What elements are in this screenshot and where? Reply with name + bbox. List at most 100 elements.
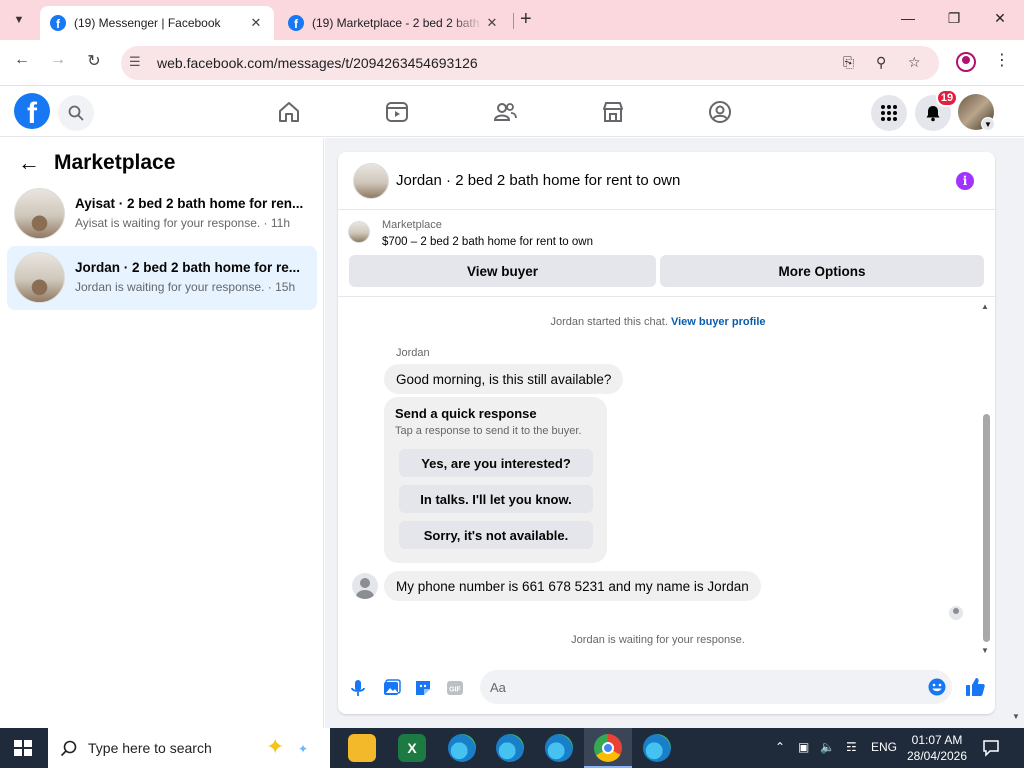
browser-menu-icon[interactable]: ⋮ xyxy=(994,50,1010,70)
chat-scrollbar[interactable]: ▲ ▼ xyxy=(979,300,993,656)
view-buyer-profile-link[interactable]: View buyer profile xyxy=(671,316,766,328)
quick-response-in-talks-button[interactable]: In talks. I'll let you know. xyxy=(399,485,593,513)
scroll-up-icon[interactable]: ▲ xyxy=(981,302,989,311)
url-text[interactable]: web.facebook.com/messages/t/209426345469… xyxy=(157,55,478,71)
edge-profile-4-icon[interactable] xyxy=(643,734,671,762)
tab-messenger[interactable]: f (19) Messenger | Facebook ✕ xyxy=(40,6,274,40)
seen-indicator-avatar xyxy=(949,606,963,620)
more-options-button[interactable]: More Options xyxy=(660,255,984,287)
conversation-subtitle: Jordan is waiting for your response. · 1… xyxy=(75,280,296,294)
bookmark-star-icon[interactable]: ☆ xyxy=(908,54,921,71)
back-arrow-icon[interactable]: ← xyxy=(18,150,40,176)
chat-window: Jordan · 2 bed 2 bath home for rent to o… xyxy=(338,152,995,714)
file-explorer-icon[interactable] xyxy=(348,734,376,762)
listing-title[interactable]: $700 – 2 bed 2 bath home for rent to own xyxy=(382,236,593,248)
chrome-taskbar-active-slot[interactable] xyxy=(584,728,632,768)
zoom-icon[interactable]: ⚲ xyxy=(876,54,886,71)
info-icon[interactable]: i xyxy=(956,172,974,190)
tab-separator xyxy=(513,13,514,29)
sender-avatar[interactable] xyxy=(352,573,378,599)
marketplace-icon[interactable] xyxy=(600,99,626,125)
facebook-top-bar: f 19 ▼ xyxy=(0,87,1024,137)
chat-started-notice: Jordan started this chat. View buyer pro… xyxy=(338,316,978,328)
tab-title: (19) Messenger | Facebook xyxy=(74,16,221,30)
photo-icon[interactable] xyxy=(381,678,401,698)
emoji-icon[interactable] xyxy=(928,678,946,696)
message-bubble: My phone number is 661 678 5231 and my n… xyxy=(384,571,761,601)
message-input-placeholder: Aa xyxy=(490,680,506,695)
search-icon[interactable] xyxy=(58,95,94,131)
menu-grid-icon[interactable] xyxy=(871,95,907,131)
site-info-icon[interactable]: ☰ xyxy=(129,54,141,70)
search-highlight-sparkle-icon[interactable]: ✦ xyxy=(266,734,284,760)
taskbar-clock[interactable]: 01:07 AM 28/04/2026 xyxy=(902,732,972,764)
sticker-icon[interactable] xyxy=(413,678,433,698)
message-list: Jordan started this chat. View buyer pro… xyxy=(338,298,995,658)
quick-response-yes-button[interactable]: Yes, are you interested? xyxy=(399,449,593,477)
scroll-down-icon[interactable]: ▼ xyxy=(981,646,989,655)
tab-search-chevron-icon[interactable]: ▼ xyxy=(6,8,32,32)
listing-thumbnail xyxy=(14,188,65,239)
show-hidden-icons-chevron-icon[interactable]: ⌃ xyxy=(775,740,785,754)
notifications-center-icon[interactable] xyxy=(982,739,1000,757)
clock-date: 28/04/2026 xyxy=(906,749,968,763)
facebook-favicon-icon: f xyxy=(288,15,304,31)
listing-thumbnail[interactable] xyxy=(353,163,389,199)
conversation-title: Jordan · 2 bed 2 bath home for re... xyxy=(75,260,301,275)
edge-profile-1-icon[interactable] xyxy=(448,734,476,762)
quick-response-not-available-button[interactable]: Sorry, it's not available. xyxy=(399,521,593,549)
conversation-item-ayisat[interactable]: Ayisat · 2 bed 2 bath home for ren... Ay… xyxy=(7,182,317,246)
minimize-icon[interactable]: — xyxy=(898,10,918,26)
chrome-icon-center xyxy=(602,742,614,754)
friends-icon[interactable] xyxy=(492,99,518,125)
excel-icon[interactable]: X xyxy=(398,734,426,762)
volume-icon[interactable]: 🔈 xyxy=(820,740,835,754)
meet-now-icon[interactable]: ▣ xyxy=(798,740,809,754)
edge-profile-2-icon[interactable] xyxy=(496,734,524,762)
tab-marketplace[interactable]: f (19) Marketplace - 2 bed 2 bath ✕ xyxy=(278,6,510,40)
marketplace-listing-strip: Marketplace $700 – 2 bed 2 bath home for… xyxy=(338,211,995,297)
facebook-logo-icon[interactable]: f xyxy=(14,93,50,129)
conversation-item-jordan[interactable]: Jordan · 2 bed 2 bath home for re... Jor… xyxy=(7,246,317,310)
conversation-title: Ayisat · 2 bed 2 bath home for ren... xyxy=(75,196,304,211)
chat-title[interactable]: Jordan · 2 bed 2 bath home for rent to o… xyxy=(396,172,680,189)
marketplace-conversations-panel: ← Marketplace Ayisat · 2 bed 2 bath home… xyxy=(0,138,324,728)
close-tab-icon[interactable]: ✕ xyxy=(484,15,500,31)
view-buyer-button[interactable]: View buyer xyxy=(349,255,656,287)
browser-profile-icon[interactable] xyxy=(956,52,976,72)
page-scroll-down-icon[interactable]: ▼ xyxy=(1012,712,1020,721)
address-bar[interactable]: ☰ web.facebook.com/messages/t/2094263454… xyxy=(121,46,939,80)
close-tab-icon[interactable]: ✕ xyxy=(248,15,264,31)
listing-thumbnail[interactable] xyxy=(348,221,370,243)
waiting-notice: Jordan is waiting for your response. xyxy=(571,634,745,646)
new-tab-icon[interactable]: + xyxy=(520,8,532,30)
close-window-icon[interactable]: ✕ xyxy=(990,10,1010,27)
thumbs-up-icon[interactable] xyxy=(964,676,986,698)
message-input[interactable]: Aa xyxy=(480,670,952,704)
quick-response-subtitle: Tap a response to send it to the buyer. xyxy=(395,425,582,437)
chrome-icon xyxy=(594,734,622,762)
microphone-icon[interactable] xyxy=(348,678,368,698)
edge-profile-3-icon[interactable] xyxy=(545,734,573,762)
install-app-icon[interactable]: ⎘ xyxy=(843,54,854,71)
gaming-icon[interactable] xyxy=(707,99,733,125)
video-icon[interactable] xyxy=(384,99,410,125)
conversation-subtitle: Ayisat is waiting for your response. · 1… xyxy=(75,216,290,230)
back-icon[interactable]: ← xyxy=(11,51,33,69)
message-composer: GIF Aa xyxy=(338,666,995,714)
notification-count-badge: 19 xyxy=(936,89,958,107)
scrollbar-thumb[interactable] xyxy=(983,414,990,642)
taskbar-search-placeholder: Type here to search xyxy=(88,740,212,756)
home-icon[interactable] xyxy=(276,99,302,125)
forward-icon[interactable]: → xyxy=(47,51,69,69)
windows-start-icon[interactable] xyxy=(14,740,32,756)
panel-title: Marketplace xyxy=(54,151,176,174)
reload-icon[interactable]: ↻ xyxy=(83,51,105,71)
marketplace-label: Marketplace xyxy=(382,219,442,231)
taskbar-search-box[interactable]: Type here to search ✦ ✦ xyxy=(48,728,330,768)
network-icon[interactable]: ☶ xyxy=(846,740,857,754)
gif-icon[interactable]: GIF xyxy=(445,678,465,698)
account-chevron-icon[interactable]: ▼ xyxy=(981,117,995,131)
restore-icon[interactable]: ❐ xyxy=(944,10,964,27)
language-indicator[interactable]: ENG xyxy=(871,740,897,754)
